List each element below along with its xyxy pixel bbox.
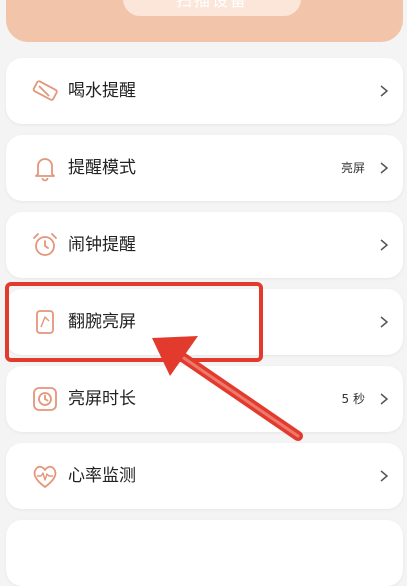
- annotation-arrow-icon: [152, 336, 303, 441]
